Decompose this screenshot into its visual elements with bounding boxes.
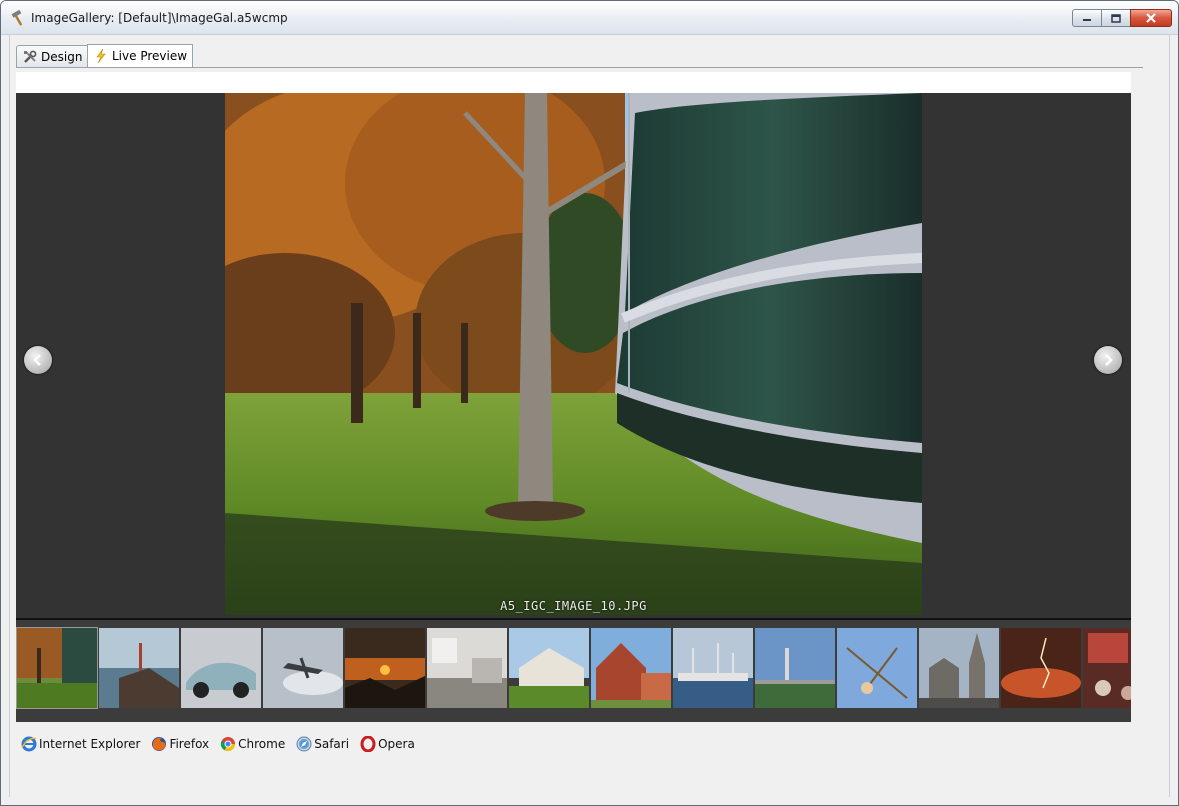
tab-live-preview[interactable]: Live Preview	[87, 44, 193, 67]
content-area: Design Live Preview A5_IGC_IMAGE_10.JPG …	[9, 35, 1170, 797]
thumbnail[interactable]	[99, 628, 179, 708]
preview-in-safari[interactable]: Safari	[296, 736, 349, 752]
main-image-graphic	[225, 93, 922, 615]
tab-bar: Design Live Preview	[16, 44, 1143, 68]
safari-label: Safari	[314, 737, 350, 751]
window-title: ImageGallery: [Default]\ImageGal.a5wcmp	[31, 11, 288, 25]
image-caption: A5_IGC_IMAGE_10.JPG	[500, 599, 647, 613]
internet-explorer-label: Internet Explorer	[39, 737, 141, 751]
opera-label: Opera	[378, 737, 415, 751]
firefox-icon	[152, 737, 167, 751]
firefox-label: Firefox	[169, 737, 210, 751]
window-controls	[1072, 9, 1172, 28]
app-window: ImageGallery: [Default]\ImageGal.a5wcmp	[0, 0, 1179, 806]
previous-image-button[interactable]	[24, 346, 52, 374]
preview-in-internet-explorer[interactable]: Internet Explorer	[21, 736, 140, 752]
thumbnail[interactable]	[591, 628, 671, 708]
thumbnail[interactable]	[427, 628, 507, 708]
thumbnail[interactable]	[919, 628, 999, 708]
chevron-right-icon	[1105, 354, 1113, 366]
chrome-label: Chrome	[238, 737, 286, 751]
thumbnail[interactable]	[509, 628, 589, 708]
minimize-icon	[1083, 19, 1091, 21]
tab-live-preview-label: Live Preview	[112, 49, 188, 63]
thumbnail[interactable]	[263, 628, 343, 708]
lightning-icon	[96, 49, 106, 63]
next-image-button[interactable]	[1094, 346, 1122, 374]
live-preview-pane: A5_IGC_IMAGE_10.JPG	[16, 72, 1131, 722]
preview-in-chrome[interactable]: Chrome	[220, 736, 285, 752]
chevron-left-icon	[33, 354, 41, 366]
tab-design-label: Design	[41, 49, 83, 64]
close-icon	[1146, 13, 1156, 23]
thumbnail[interactable]	[345, 628, 425, 708]
title-bar: ImageGallery: [Default]\ImageGal.a5wcmp	[1, 1, 1178, 35]
thumbnail[interactable]	[755, 628, 835, 708]
hammer-icon	[11, 10, 23, 26]
thumbnail[interactable]	[1001, 628, 1081, 708]
maximize-button[interactable]	[1101, 9, 1131, 27]
maximize-icon	[1111, 13, 1121, 23]
chrome-icon	[221, 737, 236, 751]
thumbnail-list	[16, 627, 1131, 709]
thumbnail[interactable]	[837, 628, 917, 708]
minimize-button[interactable]	[1072, 9, 1102, 27]
thumbnail[interactable]	[16, 627, 98, 709]
safari-icon	[296, 736, 312, 752]
thumbnail[interactable]	[181, 628, 261, 708]
thumbnail[interactable]	[673, 628, 753, 708]
thumbnail-strip[interactable]	[16, 618, 1131, 722]
gallery-stage: A5_IGC_IMAGE_10.JPG	[16, 93, 1131, 621]
opera-icon	[360, 736, 376, 752]
close-button[interactable]	[1130, 9, 1172, 27]
internet-explorer-icon	[21, 736, 37, 752]
tab-design[interactable]: Design	[16, 45, 88, 67]
main-image[interactable]: A5_IGC_IMAGE_10.JPG	[225, 93, 922, 615]
preview-in-firefox[interactable]: Firefox	[151, 736, 209, 752]
tools-icon	[24, 50, 37, 63]
browser-preview-bar: Internet Explorer Firefox Chrome Safari …	[21, 735, 426, 753]
preview-in-opera[interactable]: Opera	[360, 736, 415, 752]
thumbnail[interactable]	[1083, 628, 1131, 708]
